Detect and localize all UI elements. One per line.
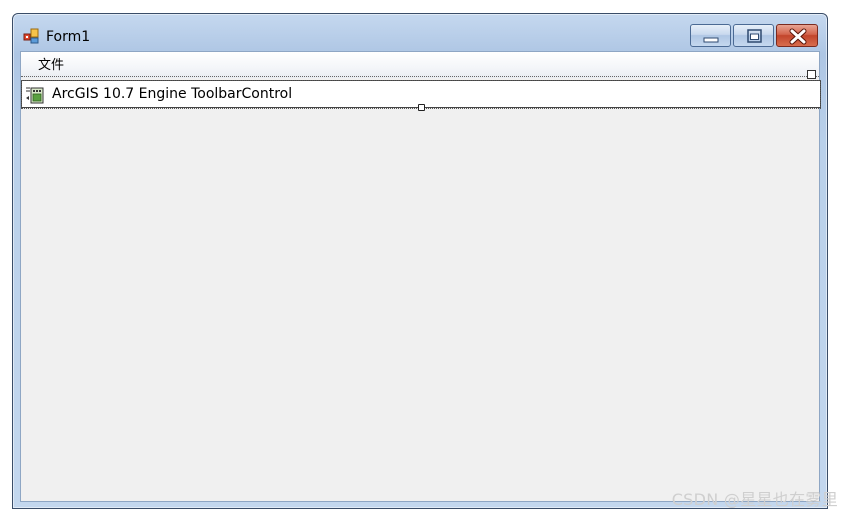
smart-tag-icon[interactable] <box>807 70 816 85</box>
menu-strip-selection-border <box>21 76 819 79</box>
maximize-button[interactable] <box>733 24 774 47</box>
close-button[interactable] <box>776 24 818 47</box>
form-window: Form1 文件 ArcGIS 10.7 Engine ToolbarContr… <box>12 13 828 509</box>
toolbar-control[interactable]: ArcGIS 10.7 Engine ToolbarControl <box>21 80 821 111</box>
minimize-icon <box>703 37 719 43</box>
window-title: Form1 <box>46 29 91 45</box>
toolbar-control-icon <box>25 85 45 105</box>
menu-item-file[interactable]: 文件 <box>32 55 70 76</box>
minimize-button[interactable] <box>690 24 731 47</box>
menu-strip: 文件 <box>21 52 819 85</box>
close-icon <box>789 28 807 45</box>
toolbar-control-label: ArcGIS 10.7 Engine ToolbarControl <box>52 86 293 102</box>
form-icon[interactable] <box>23 28 39 44</box>
form-client-area: 文件 ArcGIS 10.7 Engine ToolbarControl <box>20 51 821 502</box>
caption-buttons <box>690 24 818 48</box>
title-bar[interactable]: Form1 <box>13 14 827 51</box>
watermark-text: CSDN @星星也在雾里 <box>671 490 838 509</box>
resize-handle[interactable] <box>418 104 425 111</box>
maximize-icon <box>747 29 762 43</box>
